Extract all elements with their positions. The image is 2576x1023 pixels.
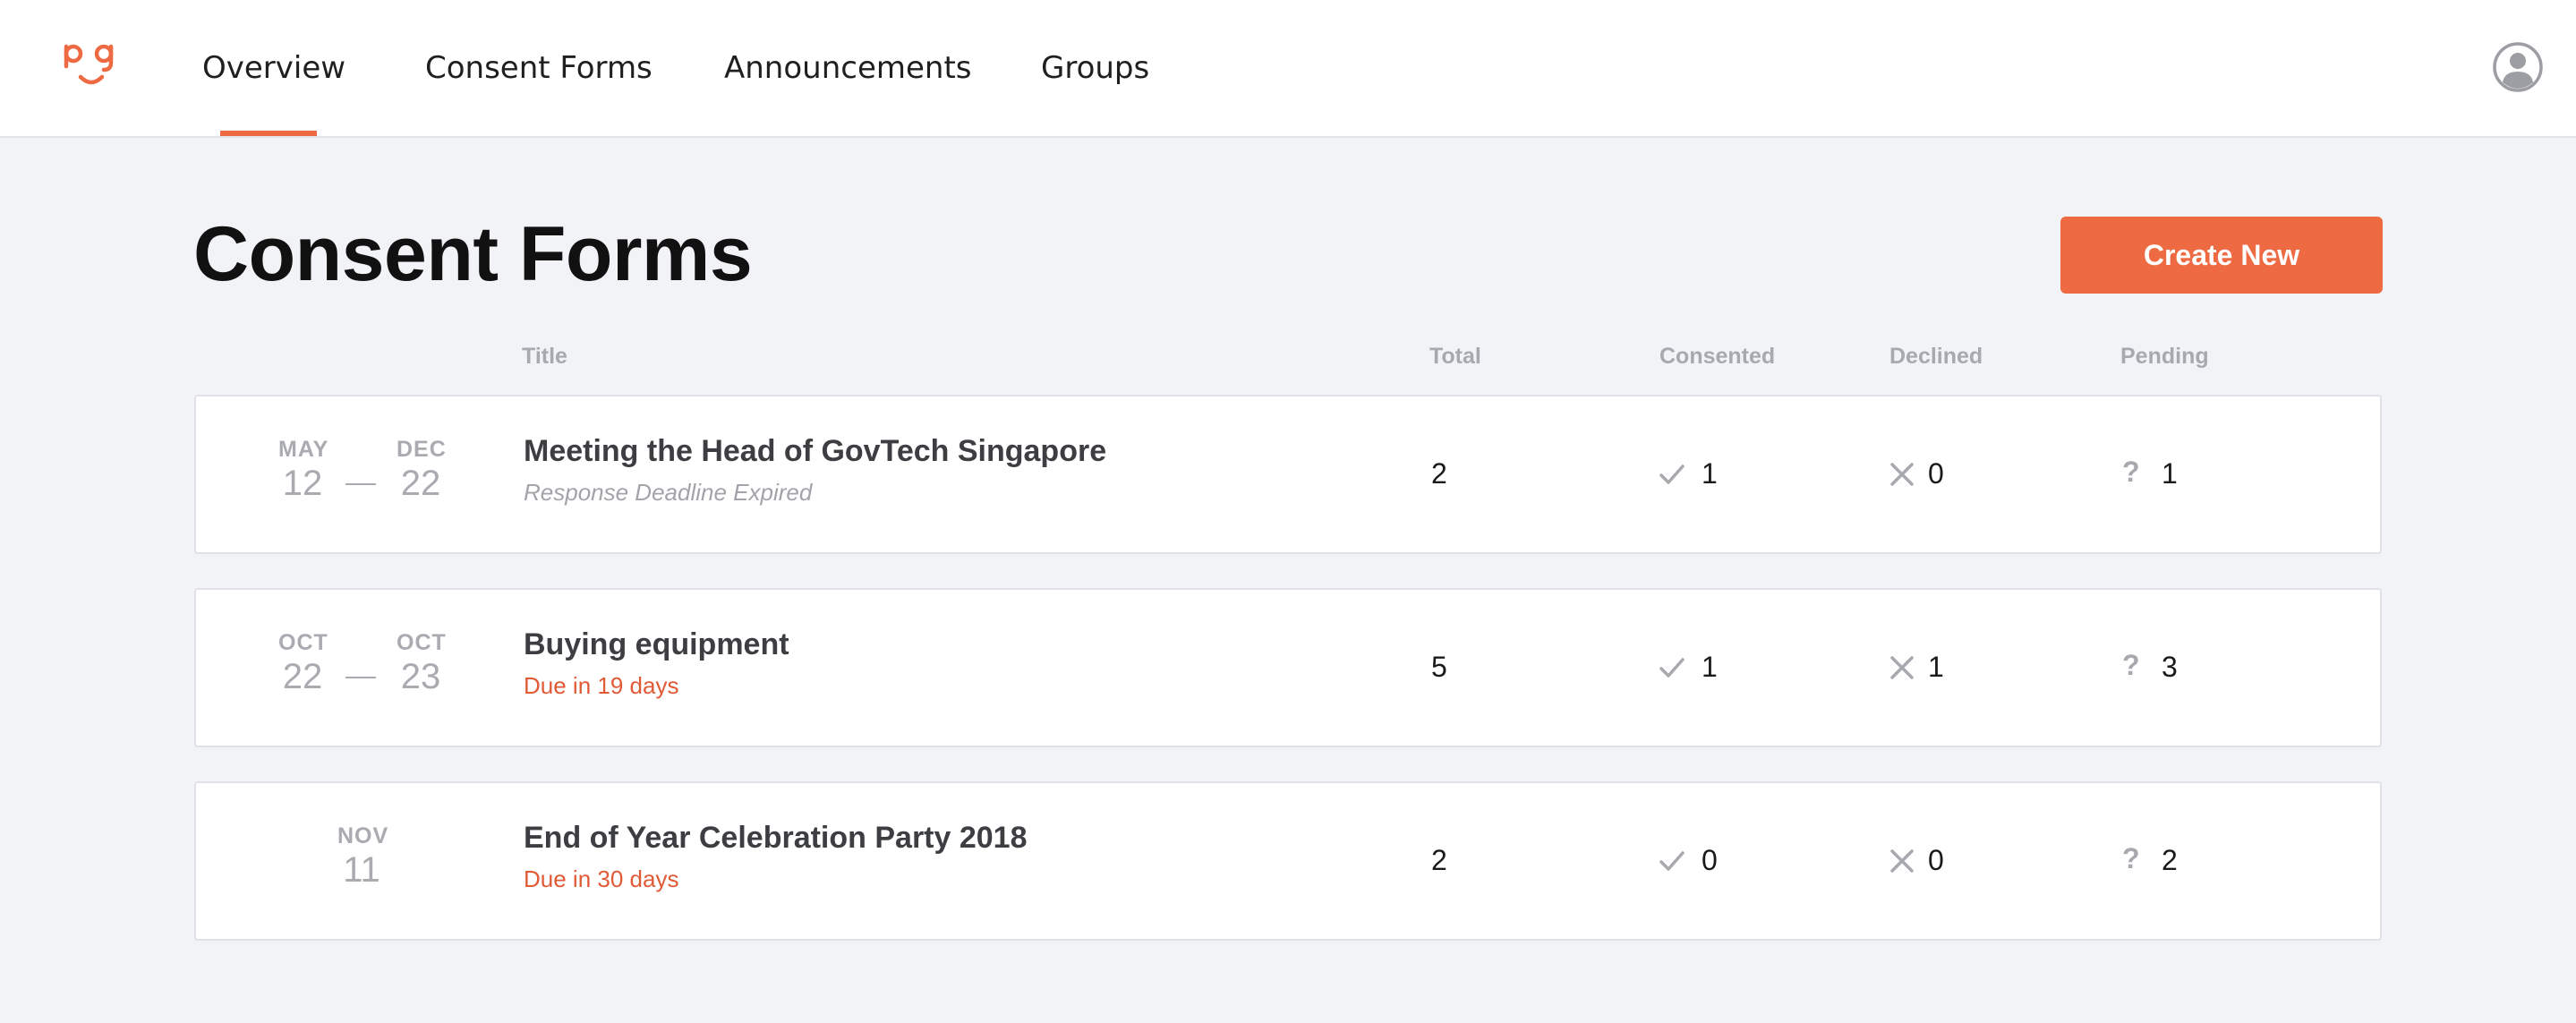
nav-consent-forms[interactable]: Consent Forms	[425, 50, 653, 86]
declined-count: 1	[1928, 651, 1944, 683]
column-header-title: Title	[522, 344, 567, 369]
check-icon	[1659, 851, 1685, 871]
consented-count: 0	[1702, 844, 1718, 876]
start-date: OCT 22	[278, 629, 328, 697]
pending-count: 1	[2162, 457, 2178, 490]
cross-icon	[1890, 656, 1914, 679]
total-count: 2	[1431, 457, 1447, 490]
consent-form-row[interactable]: MAY 12 DEC 22 Meeting the Head of GovTec…	[194, 395, 2382, 554]
pg-logo-icon[interactable]	[59, 36, 124, 100]
deadline-status: Due in 30 days	[524, 865, 679, 892]
consent-form-row[interactable]: OCT 22 OCT 23 Buying equipment Due in 19…	[194, 588, 2382, 747]
total-count: 5	[1431, 651, 1447, 683]
question-icon: ?	[2122, 842, 2140, 874]
declined-count: 0	[1928, 844, 1944, 876]
start-date: MAY 12	[278, 436, 329, 504]
start-month: MAY	[278, 437, 329, 462]
user-avatar-icon[interactable]	[2492, 41, 2544, 93]
question-icon: ?	[2122, 649, 2140, 681]
pending-count: 3	[2162, 651, 2178, 683]
nav-announcements[interactable]: Announcements	[724, 50, 972, 86]
end-day: 23	[400, 657, 441, 696]
column-header-pending: Pending	[2120, 344, 2209, 369]
nav-overview[interactable]: Overview	[202, 50, 345, 86]
top-nav-bar: Overview Consent Forms Announcements Gro…	[0, 0, 2576, 138]
date-range-dash	[345, 677, 376, 678]
pending-count: 2	[2162, 844, 2178, 876]
declined-count: 0	[1928, 457, 1944, 490]
deadline-status: Due in 19 days	[524, 672, 679, 699]
start-day: 11	[343, 850, 380, 890]
create-new-button[interactable]: Create New	[2060, 217, 2383, 294]
start-day: 12	[282, 464, 323, 503]
column-header-total: Total	[1429, 344, 1481, 369]
check-icon	[1659, 465, 1685, 484]
start-month: OCT	[278, 630, 328, 655]
form-title[interactable]: Buying equipment	[524, 627, 789, 662]
start-month: NOV	[337, 823, 389, 848]
form-title[interactable]: End of Year Celebration Party 2018	[524, 821, 1028, 856]
deadline-status: Response Deadline Expired	[524, 479, 813, 506]
cross-icon	[1890, 849, 1914, 873]
end-day: 22	[400, 464, 441, 503]
consented-count: 1	[1702, 457, 1718, 490]
total-count: 2	[1431, 844, 1447, 876]
consented-count: 1	[1702, 651, 1718, 683]
end-date: DEC 22	[397, 436, 447, 504]
start-day: 22	[282, 657, 323, 696]
start-date: NOV 11	[337, 823, 389, 891]
question-icon: ?	[2122, 456, 2140, 488]
date-range-dash	[345, 483, 376, 485]
page-title: Consent Forms	[193, 211, 753, 297]
form-title[interactable]: Meeting the Head of GovTech Singapore	[524, 434, 1106, 469]
nav-groups[interactable]: Groups	[1041, 50, 1149, 86]
end-month: DEC	[397, 437, 447, 462]
end-month: OCT	[397, 630, 447, 655]
active-tab-indicator	[220, 131, 317, 136]
check-icon	[1659, 658, 1685, 678]
column-header-consented: Consented	[1659, 344, 1776, 369]
column-header-declined: Declined	[1889, 344, 1983, 369]
cross-icon	[1890, 463, 1914, 486]
end-date: OCT 23	[397, 629, 447, 697]
consent-form-row[interactable]: NOV 11 End of Year Celebration Party 201…	[194, 781, 2382, 941]
